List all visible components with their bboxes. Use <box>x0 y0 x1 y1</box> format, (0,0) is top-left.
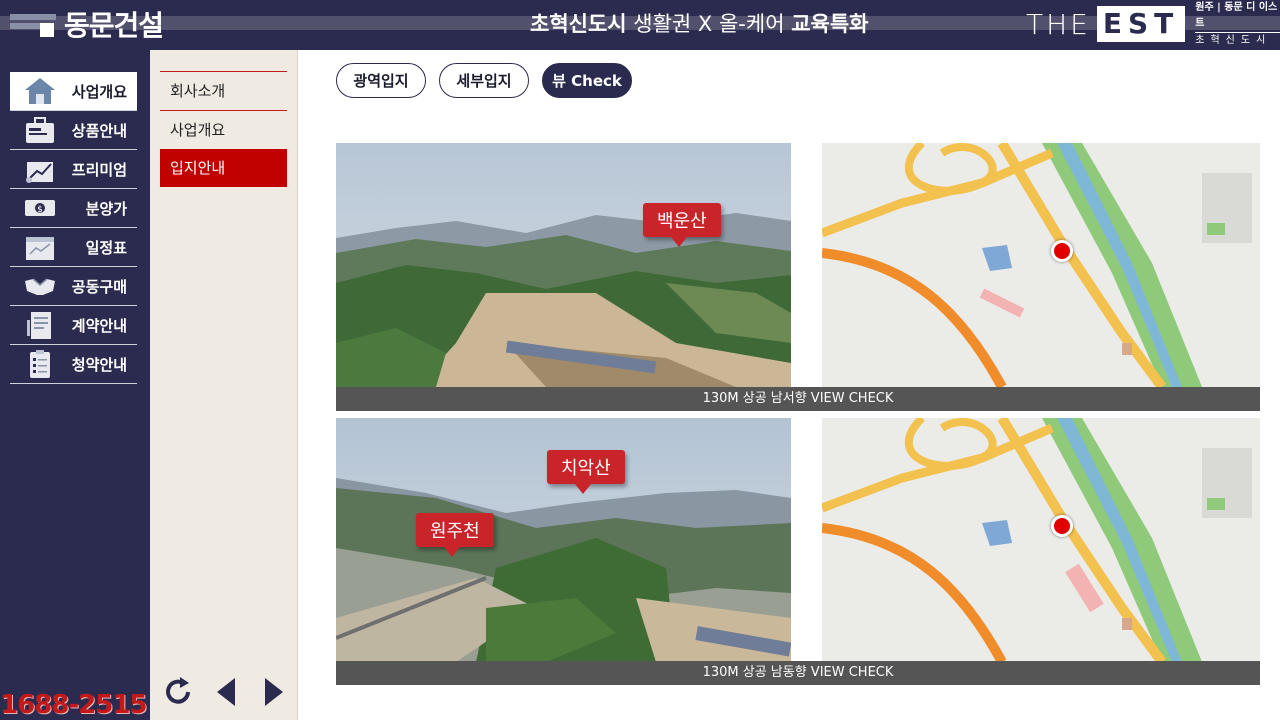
refresh-button[interactable] <box>160 674 196 710</box>
tab-regional-location[interactable]: 광역입지 <box>336 63 426 98</box>
location-pin-icon <box>1051 240 1073 262</box>
growth-chart-icon <box>22 154 58 184</box>
sidebar-label: 계약안내 <box>71 316 127 335</box>
phone-number[interactable]: 1688-2515 <box>0 690 148 720</box>
callout-baegunsan: 백운산 <box>643 203 721 247</box>
company-logo[interactable]: 동문건설 <box>10 6 164 42</box>
next-button[interactable] <box>256 674 292 710</box>
brand-est: EST <box>1096 6 1186 42</box>
sidebar-label: 상품안내 <box>71 121 127 140</box>
view-caption-southwest: 130M 상공 남서향 VIEW CHECK <box>336 387 1260 411</box>
location-pin-icon <box>1051 515 1073 537</box>
handshake-icon <box>22 271 58 301</box>
header-slogan: 초혁신도시 생활권 X 올-케어 교육특화 <box>530 8 868 38</box>
briefcase-icon <box>22 115 58 145</box>
submenu-item-company-intro[interactable]: 회사소개 <box>160 71 287 109</box>
sidebar-item-products[interactable]: 상품안내 <box>10 111 137 150</box>
main-sidebar: 사업개요 상품안내 프리미엄 $ 분양가 일정표 공동구매 계약안내 청약안내 <box>0 50 150 720</box>
view-caption-southeast: 130M 상공 남동향 VIEW CHECK <box>336 661 1260 685</box>
sidebar-item-premium[interactable]: 프리미엄 <box>10 150 137 189</box>
brand-subtitle: 원주 | 동문 디 이스트 초혁신도시 <box>1195 0 1280 49</box>
callout-chiaksan: 치악산 <box>547 450 625 494</box>
sidebar-label: 일정표 <box>85 238 127 257</box>
sidebar-item-schedule[interactable]: 일정표 <box>10 228 137 267</box>
submenu-item-location[interactable]: 입지안내 <box>160 149 287 187</box>
money-icon: $ <box>22 193 58 223</box>
slogan-bold-1: 초혁신도시 <box>530 12 627 36</box>
sub-navigation: 회사소개 사업개요 입지안내 <box>150 50 298 720</box>
house-icon <box>22 76 58 106</box>
location-map-southwest[interactable] <box>822 143 1260 387</box>
slogan-bold-2: 교육특화 <box>791 12 869 36</box>
arrow-right-icon <box>265 678 283 706</box>
sidebar-item-subscription[interactable]: 청약안내 <box>10 345 137 384</box>
tab-view-check[interactable]: 뷰 Check <box>542 63 632 98</box>
slogan-middle: 생활권 X 올-케어 <box>626 12 792 36</box>
svg-text:$: $ <box>37 205 43 215</box>
sidebar-item-contract[interactable]: 계약안내 <box>10 306 137 345</box>
sidebar-label: 분양가 <box>85 199 127 218</box>
prev-button[interactable] <box>208 674 244 710</box>
brand-logo: THE EST 원주 | 동문 디 이스트 초혁신도시 <box>1026 2 1280 46</box>
sidebar-item-business-overview[interactable]: 사업개요 <box>10 72 137 111</box>
calendar-icon <box>22 232 58 262</box>
sidebar-item-price[interactable]: $ 분양가 <box>10 189 137 228</box>
brand-sub-line1: 원주 | 동문 디 이스트 <box>1195 0 1280 33</box>
logo-mark-icon <box>10 10 56 38</box>
location-map-southeast[interactable] <box>822 418 1260 662</box>
brand-the: THE <box>1026 7 1091 41</box>
submenu-item-business-overview[interactable]: 사업개요 <box>160 110 287 148</box>
tab-detailed-location[interactable]: 세부입지 <box>439 63 529 98</box>
brand-sub-line2: 초혁신도시 <box>1195 34 1272 46</box>
sidebar-label: 프리미엄 <box>71 160 127 179</box>
sidebar-label: 사업개요 <box>71 82 127 101</box>
callout-wonjucheon: 원주천 <box>416 513 494 557</box>
clipboard-icon <box>22 349 58 379</box>
aerial-photo-southwest <box>336 143 791 387</box>
navigation-controls <box>160 674 292 710</box>
top-header: 동문건설 초혁신도시 생활권 X 올-케어 교육특화 THE EST 원주 | … <box>0 0 1280 50</box>
contract-icon <box>22 310 58 340</box>
logo-text: 동문건설 <box>64 9 164 42</box>
sidebar-item-group-purchase[interactable]: 공동구매 <box>10 267 137 306</box>
refresh-icon <box>166 677 190 704</box>
sidebar-label: 청약안내 <box>71 355 127 374</box>
sidebar-label: 공동구매 <box>71 277 127 296</box>
arrow-left-icon <box>217 678 235 706</box>
